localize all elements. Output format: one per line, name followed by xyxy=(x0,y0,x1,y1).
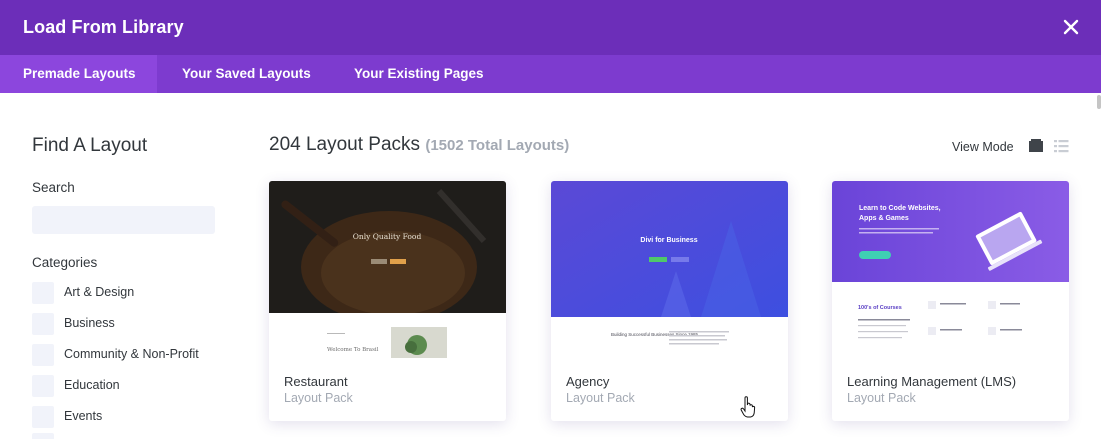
tab-premade-layouts[interactable]: Premade Layouts xyxy=(0,55,157,93)
layout-card-name: Learning Management (LMS) xyxy=(847,374,1017,389)
layout-pack-count: 204 Layout Packs (1502 Total Layouts) xyxy=(269,134,569,156)
category-art-design[interactable]: Art & Design xyxy=(32,282,232,304)
modal-header: Load From Library xyxy=(0,0,1101,55)
category-next-partial[interactable] xyxy=(32,433,232,439)
category-checkbox[interactable] xyxy=(32,344,54,366)
tab-your-existing-pages[interactable]: Your Existing Pages xyxy=(354,55,484,93)
category-label: Events xyxy=(64,409,103,423)
category-label: Art & Design xyxy=(64,285,135,299)
layout-card-type: Layout Pack xyxy=(847,391,916,405)
preview-hero-text: Only Quality Food xyxy=(353,232,422,241)
hand-cursor-icon xyxy=(740,396,756,418)
scrollbar[interactable] xyxy=(1097,93,1101,439)
layout-card-name: Restaurant xyxy=(284,374,348,389)
categories-label: Categories xyxy=(32,255,98,270)
layout-preview-agency: Divi for Business Building Successful Bu… xyxy=(551,181,788,358)
layout-card-agency[interactable]: Divi for Business Building Successful Bu… xyxy=(551,181,788,421)
category-checkbox[interactable] xyxy=(32,375,54,397)
grid-view-icon[interactable] xyxy=(1028,138,1044,154)
sidebar-heading: Find A Layout xyxy=(32,135,148,156)
preview-hero-text: Divi for Business xyxy=(640,237,697,244)
search-input[interactable] xyxy=(32,206,215,234)
list-view-icon[interactable] xyxy=(1053,138,1069,154)
total-layouts-count: (1502 Total Layouts) xyxy=(425,137,570,154)
category-events[interactable]: Events xyxy=(32,406,232,428)
preview-courses-text: 100's of Courses xyxy=(858,305,902,311)
scrollbar-thumb[interactable] xyxy=(1097,95,1101,109)
search-label: Search xyxy=(32,180,75,195)
tab-bar: Premade Layouts Your Saved Layouts Your … xyxy=(0,55,1101,93)
layout-card-restaurant[interactable]: Only Quality Food Welcome To Brasil Rest… xyxy=(269,181,506,421)
preview-welcome-text: Welcome To Brasil xyxy=(327,347,379,353)
layout-card-name: Agency xyxy=(566,374,610,389)
view-mode-label: View Mode xyxy=(952,140,1014,154)
category-checkbox[interactable] xyxy=(32,313,54,335)
layout-card-type: Layout Pack xyxy=(566,391,635,405)
modal-title: Load From Library xyxy=(23,17,184,37)
category-label: Education xyxy=(64,378,120,392)
layout-card-learning-management[interactable]: Learn to Code Websites, Apps & Games 100… xyxy=(832,181,1069,421)
category-label: Community & Non-Profit xyxy=(64,347,199,361)
category-education[interactable]: Education xyxy=(32,375,232,397)
preview-hero-text-1: Learn to Code Websites, xyxy=(859,205,941,212)
layout-preview-restaurant: Only Quality Food Welcome To Brasil xyxy=(269,181,506,358)
category-checkbox[interactable] xyxy=(32,406,54,428)
category-label: Business xyxy=(64,316,115,330)
layout-pack-heading: 204 Layout Packs xyxy=(269,134,421,155)
category-checkbox[interactable] xyxy=(32,433,54,439)
category-checkbox[interactable] xyxy=(32,282,54,304)
category-community-non-profit[interactable]: Community & Non-Profit xyxy=(32,344,232,366)
category-business[interactable]: Business xyxy=(32,313,232,335)
layout-preview-lms: Learn to Code Websites, Apps & Games 100… xyxy=(832,181,1069,358)
tab-your-saved-layouts[interactable]: Your Saved Layouts xyxy=(182,55,311,93)
layout-card-type: Layout Pack xyxy=(284,391,353,405)
close-icon[interactable] xyxy=(1061,17,1081,37)
preview-hero-text-2: Apps & Games xyxy=(859,215,909,222)
